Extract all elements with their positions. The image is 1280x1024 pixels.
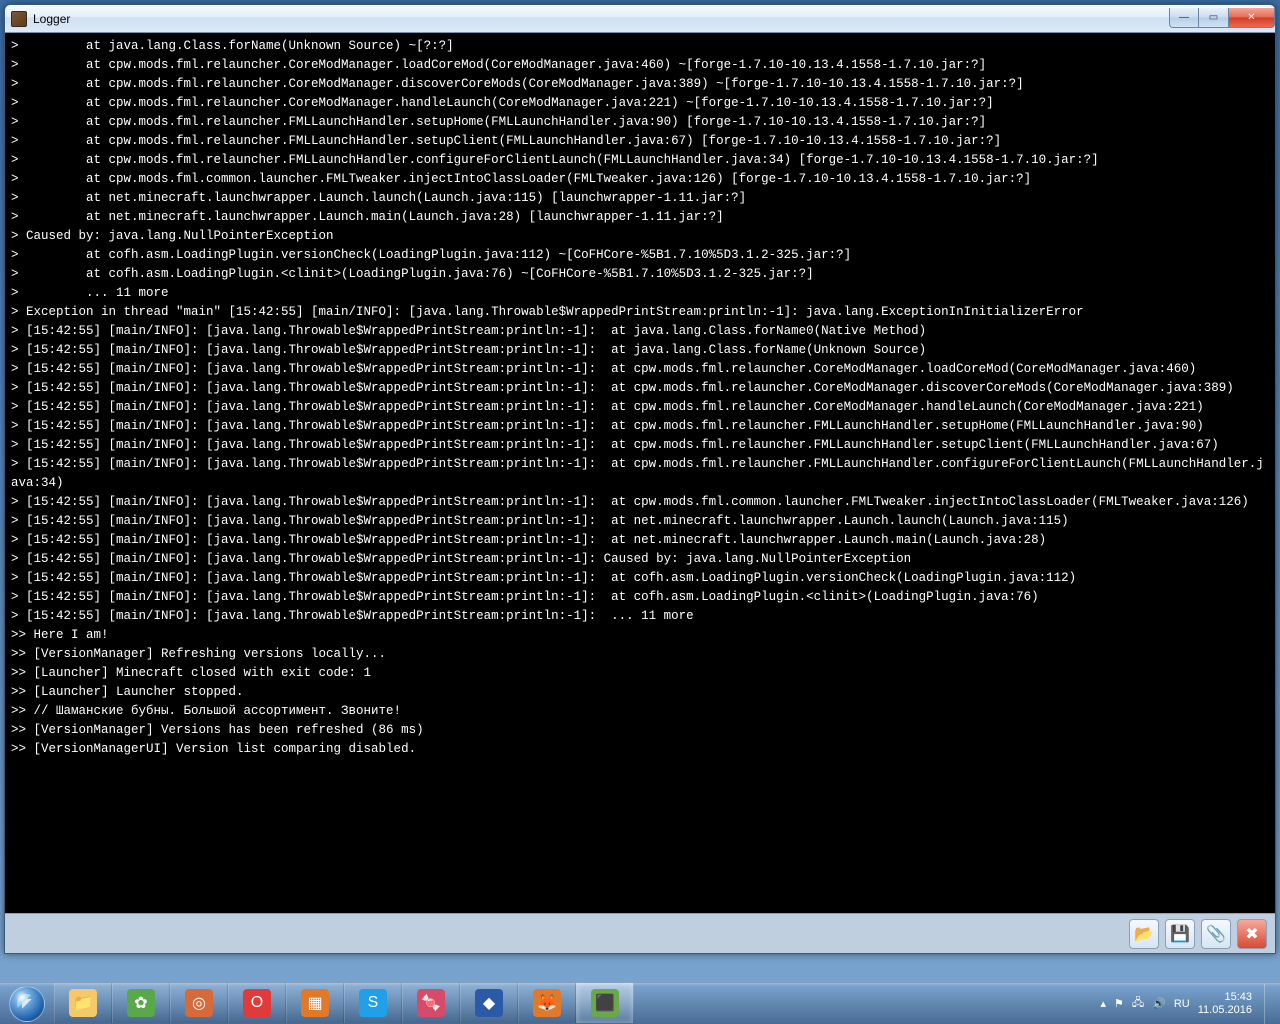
log-line: > at net.minecraft.launchwrapper.Launch.… [11, 208, 1269, 227]
log-line: > at cpw.mods.fml.relauncher.FMLLaunchHa… [11, 151, 1269, 170]
taskbar-app-skype[interactable]: S [344, 983, 402, 1023]
attach-button[interactable]: 📎 [1201, 919, 1231, 949]
log-line: > at cpw.mods.fml.relauncher.CoreModMana… [11, 94, 1269, 113]
log-line: > [15:42:55] [main/INFO]: [java.lang.Thr… [11, 341, 1269, 360]
log-line: > at cpw.mods.fml.relauncher.FMLLaunchHa… [11, 113, 1269, 132]
candy-app-icon: 🍬 [417, 989, 445, 1017]
log-line: > [15:42:55] [main/INFO]: [java.lang.Thr… [11, 531, 1269, 550]
tray-time: 15:43 [1198, 991, 1252, 1004]
log-line: > at cpw.mods.fml.relauncher.CoreModMana… [11, 56, 1269, 75]
orange-app-icon: ▦ [301, 989, 329, 1017]
log-line: >> [VersionManager] Refreshing versions … [11, 645, 1269, 664]
log-line: > at cpw.mods.fml.relauncher.FMLLaunchHa… [11, 132, 1269, 151]
folder-icon: 📂 [1134, 924, 1154, 944]
taskbar-app-candy-app[interactable]: 🍬 [402, 983, 460, 1023]
taskbar-app-explorer[interactable]: 📁 [54, 983, 112, 1023]
taskbar-pins: 📁 ✿ ◎ O ▦ S 🍬 ◆ 🦊 ⬛ [54, 983, 634, 1024]
log-line: >> [Launcher] Minecraft closed with exit… [11, 664, 1269, 683]
log-line: > [15:42:55] [main/INFO]: [java.lang.Thr… [11, 493, 1269, 512]
log-line: >> [VersionManager] Versions has been re… [11, 721, 1269, 740]
flag-icon[interactable]: ⚑ [1114, 997, 1124, 1010]
volume-icon[interactable]: 🔊 [1152, 997, 1166, 1010]
close-button[interactable]: ✕ [1229, 8, 1275, 28]
taskbar: 📁 ✿ ◎ O ▦ S 🍬 ◆ 🦊 ⬛ ▴ ⚑ 🖧 🔊 RU 15:43 11.05.2016 [0, 982, 1280, 1024]
taskbar-app-opera[interactable]: O [228, 983, 286, 1023]
window-title: Logger [33, 12, 1169, 26]
tray-chevron-icon[interactable]: ▴ [1100, 997, 1106, 1010]
log-output[interactable]: > at java.lang.Class.forName(Unknown Sou… [5, 33, 1275, 913]
save-icon: 💾 [1170, 924, 1190, 944]
logger-window: Logger — ▭ ✕ > at java.lang.Class.forNam… [4, 4, 1276, 954]
taskbar-app-orange-app[interactable]: ▦ [286, 983, 344, 1023]
log-line: > Caused by: java.lang.NullPointerExcept… [11, 227, 1269, 246]
log-line: > [15:42:55] [main/INFO]: [java.lang.Thr… [11, 379, 1269, 398]
log-line: > [15:42:55] [main/INFO]: [java.lang.Thr… [11, 322, 1269, 341]
start-button[interactable] [0, 984, 54, 1024]
burn-app-icon: ◎ [185, 989, 213, 1017]
close-icon: ✖ [1245, 924, 1258, 944]
window-controls: — ▭ ✕ [1169, 8, 1275, 28]
taskbar-app-green-app[interactable]: ✿ [112, 983, 170, 1023]
log-line: > ... 11 more [11, 284, 1269, 303]
log-line: > [15:42:55] [main/INFO]: [java.lang.Thr… [11, 436, 1269, 455]
titlebar[interactable]: Logger — ▭ ✕ [5, 5, 1275, 33]
log-line: >> [VersionManagerUI] Version list compa… [11, 740, 1269, 759]
skype-icon: S [359, 989, 387, 1017]
language-indicator[interactable]: RU [1174, 998, 1190, 1010]
network-icon[interactable]: 🖧 [1132, 994, 1144, 1013]
maximize-button[interactable]: ▭ [1199, 8, 1229, 28]
log-line: > [15:42:55] [main/INFO]: [java.lang.Thr… [11, 588, 1269, 607]
explorer-icon: 📁 [69, 989, 97, 1017]
log-line: > at cofh.asm.LoadingPlugin.<clinit>(Loa… [11, 265, 1269, 284]
kill-process-button[interactable]: ✖ [1237, 919, 1267, 949]
tray-clock[interactable]: 15:43 11.05.2016 [1198, 991, 1256, 1017]
log-line: > [15:42:55] [main/INFO]: [java.lang.Thr… [11, 398, 1269, 417]
paperclip-icon: 📎 [1206, 924, 1226, 944]
log-line: > [15:42:55] [main/INFO]: [java.lang.Thr… [11, 360, 1269, 379]
bottom-toolbar: 📂 💾 📎 ✖ [5, 913, 1275, 953]
app-icon [11, 11, 27, 27]
taskbar-app-blue-app[interactable]: ◆ [460, 983, 518, 1023]
log-line: >> // Шаманские бубны. Большой ассортиме… [11, 702, 1269, 721]
taskbar-app-firefox[interactable]: 🦊 [518, 983, 576, 1023]
show-desktop-button[interactable] [1264, 984, 1276, 1024]
minecraft-icon: ⬛ [591, 989, 619, 1017]
log-line: > at cofh.asm.LoadingPlugin.versionCheck… [11, 246, 1269, 265]
green-app-icon: ✿ [127, 989, 155, 1017]
log-line: >> [Launcher] Launcher stopped. [11, 683, 1269, 702]
firefox-icon: 🦊 [533, 989, 561, 1017]
tray-date: 11.05.2016 [1198, 1004, 1252, 1017]
log-line: > at net.minecraft.launchwrapper.Launch.… [11, 189, 1269, 208]
opera-icon: O [243, 989, 271, 1017]
log-line: > at java.lang.Class.forName(Unknown Sou… [11, 37, 1269, 56]
open-folder-button[interactable]: 📂 [1129, 919, 1159, 949]
log-line: > [15:42:55] [main/INFO]: [java.lang.Thr… [11, 455, 1269, 493]
log-line: > [15:42:55] [main/INFO]: [java.lang.Thr… [11, 417, 1269, 436]
log-line: > [15:42:55] [main/INFO]: [java.lang.Thr… [11, 569, 1269, 588]
log-line: > at cpw.mods.fml.common.launcher.FMLTwe… [11, 170, 1269, 189]
taskbar-app-minecraft[interactable]: ⬛ [576, 983, 634, 1023]
log-line: > [15:42:55] [main/INFO]: [java.lang.Thr… [11, 550, 1269, 569]
log-line: >> Here I am! [11, 626, 1269, 645]
log-line: > [15:42:55] [main/INFO]: [java.lang.Thr… [11, 607, 1269, 626]
minimize-button[interactable]: — [1169, 8, 1199, 28]
log-line: > at cpw.mods.fml.relauncher.CoreModMana… [11, 75, 1269, 94]
windows-orb-icon [9, 986, 45, 1022]
log-line: > Exception in thread "main" [15:42:55] … [11, 303, 1269, 322]
system-tray: ▴ ⚑ 🖧 🔊 RU 15:43 11.05.2016 [1092, 983, 1280, 1024]
blue-app-icon: ◆ [475, 989, 503, 1017]
taskbar-app-burn-app[interactable]: ◎ [170, 983, 228, 1023]
save-log-button[interactable]: 💾 [1165, 919, 1195, 949]
log-line: > [15:42:55] [main/INFO]: [java.lang.Thr… [11, 512, 1269, 531]
